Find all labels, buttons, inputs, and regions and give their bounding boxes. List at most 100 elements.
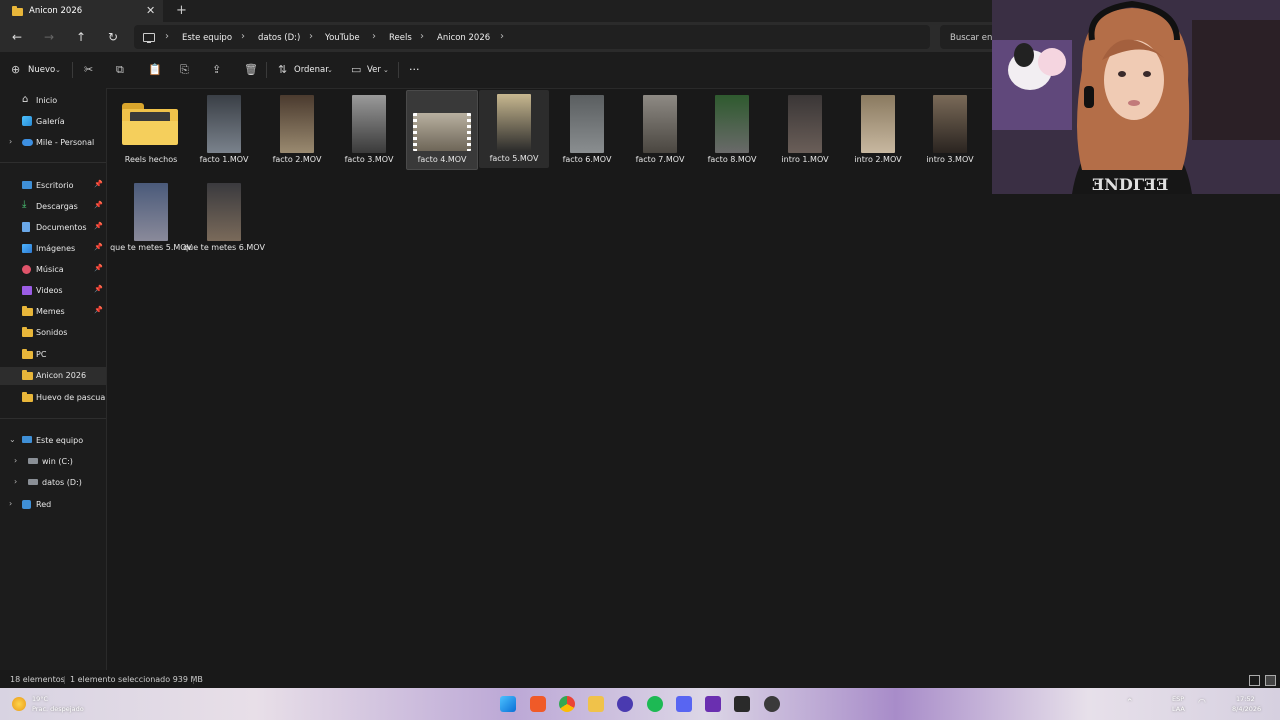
tiles-view-button[interactable] [1265,675,1276,686]
paste-icon[interactable]: 📋 [148,63,162,76]
chevron-up-icon[interactable]: ⌃ [1126,698,1134,708]
language-top[interactable]: ESP [1172,695,1184,703]
chevron-right-icon: › [372,31,376,42]
sidebar-item-label: Mile - Personal [36,138,95,147]
clock-date: 8/4/2026 [1232,705,1262,713]
breadcrumb-anicon-2026[interactable]: Anicon 2026 [437,33,490,43]
breadcrumb-youtube[interactable]: YouTube [325,33,360,43]
sidebar-item-este-equipo[interactable]: ⌄ Este equipo [0,432,106,450]
discord-icon[interactable] [676,696,692,712]
divider [0,418,106,419]
brave-browser-icon[interactable] [530,696,546,712]
view-button[interactable]: Ver [367,65,381,75]
clock-time[interactable]: 17:52 [1236,695,1255,703]
video-file[interactable]: intro 1.MOV [770,91,840,169]
pin-icon[interactable]: 📌 [94,285,103,293]
video-file[interactable]: intro 2.MOV [843,91,913,169]
refresh-icon[interactable]: ↻ [108,30,118,44]
sidebar-item-red[interactable]: › Red [0,496,106,514]
delete-icon[interactable]: 🗑 [244,63,258,76]
sidebar-item-inicio[interactable]: ⌂ Inicio [0,92,106,110]
video-file[interactable]: intro 3.MOV [915,91,985,169]
app-icon[interactable] [617,696,633,712]
new-tab-button[interactable]: + [176,3,187,18]
breadcrumb-este-equipo[interactable]: Este equipo [182,33,232,43]
sidebar-item-galeria[interactable]: Galería [0,113,106,131]
sidebar-item-mile-personal[interactable]: › Mile - Personal [0,134,106,152]
sidebar-item-huevo-de-pascua[interactable]: Huevo de pascua [0,389,106,407]
sidebar-item-datos-d[interactable]: › datos (D:) [0,474,106,492]
sidebar-item-musica[interactable]: Música 📌 [0,261,106,279]
video-file[interactable]: facto 2.MOV [262,91,332,169]
rename-icon[interactable]: ⎘ [180,63,189,77]
divider [72,62,73,78]
forward-arrow-icon[interactable]: → [44,30,54,44]
search-input[interactable]: Buscar en [940,25,1000,49]
video-editor-icon[interactable] [705,696,721,712]
close-tab-button[interactable]: ✕ [146,4,155,17]
sidebar-item-descargas[interactable]: ⤓ Descargas 📌 [0,198,106,216]
video-file[interactable]: facto 7.MOV [625,91,695,169]
chevron-right-icon[interactable]: › [14,456,17,465]
video-file[interactable]: que te metes 5.MOV [110,179,192,257]
video-thumbnail [280,95,314,153]
sidebar-item-videos[interactable]: Videos 📌 [0,282,106,300]
details-view-button[interactable] [1249,675,1260,686]
video-file[interactable]: que te metes 6.MOV [183,179,265,257]
video-file[interactable]: facto 3.MOV [334,91,404,169]
share-icon[interactable]: ⇪ [212,63,221,76]
chrome-icon[interactable] [559,696,575,712]
address-bar[interactable]: › Este equipo › datos (D:) › YouTube › R… [134,25,930,49]
video-file[interactable]: facto 8.MOV [697,91,767,169]
pin-icon[interactable]: 📌 [94,243,103,251]
spotify-icon[interactable] [647,696,663,712]
sort-button[interactable]: Ordenar [294,65,329,75]
chevron-right-icon[interactable]: › [500,31,504,42]
chevron-right-icon[interactable]: › [14,477,17,486]
sidebar-item-escritorio[interactable]: Escritorio 📌 [0,177,106,195]
sidebar-item-documentos[interactable]: Documentos 📌 [0,219,106,237]
folder-icon [22,370,33,381]
pin-icon[interactable]: 📌 [94,222,103,230]
breadcrumb-datos-d[interactable]: datos (D:) [258,33,300,43]
folder-icon [122,103,178,145]
weather-icon[interactable] [12,697,26,711]
windows-start-icon[interactable] [500,696,516,712]
up-arrow-icon[interactable]: ↑ [76,30,86,44]
sidebar-item-anicon-2026[interactable]: Anicon 2026 [0,367,106,385]
new-button[interactable]: Nuevo [28,65,55,75]
video-file[interactable]: facto 5.MOV [479,90,549,168]
obs-icon[interactable] [764,696,780,712]
cut-icon[interactable]: ✂ [84,63,93,76]
video-thumbnail [497,94,531,152]
chevron-right-icon[interactable]: › [9,499,12,508]
video-file[interactable]: facto 1.MOV [189,91,259,169]
more-options-button[interactable]: ··· [409,63,420,76]
folder-item[interactable]: Reels hechos [116,91,186,169]
sidebar-item-label: Anicon 2026 [36,371,87,380]
tab-anicon-2026[interactable]: Anicon 2026 ✕ [0,0,163,22]
file-explorer-icon[interactable] [588,696,604,712]
copy-icon[interactable]: ⧉ [116,63,124,77]
app-icon[interactable] [734,696,750,712]
sidebar-item-imagenes[interactable]: Imágenes 📌 [0,240,106,258]
chevron-down-icon: ⌄ [383,66,389,74]
chevron-down-icon[interactable]: ⌄ [9,435,16,444]
divider [0,162,106,163]
pin-icon[interactable]: 📌 [94,201,103,209]
pin-icon[interactable]: 📌 [94,264,103,272]
video-file-selected[interactable]: facto 4.MOV [406,90,478,170]
video-file[interactable]: facto 6.MOV [552,91,622,169]
sidebar-item-pc[interactable]: PC [0,346,106,364]
sidebar-item-memes[interactable]: Memes 📌 [0,303,106,321]
breadcrumb-reels[interactable]: Reels [389,33,412,43]
video-thumbnail [643,95,677,153]
pin-icon[interactable]: 📌 [94,306,103,314]
chevron-right-icon[interactable]: › [9,137,12,146]
sidebar-item-win-c[interactable]: › win (C:) [0,453,106,471]
sidebar-item-sonidos[interactable]: Sonidos [0,324,106,342]
chevron-right-icon: › [241,31,245,42]
back-arrow-icon[interactable]: ← [12,30,22,44]
pin-icon[interactable]: 📌 [94,180,103,188]
wifi-icon[interactable]: ◠ [1198,698,1206,708]
